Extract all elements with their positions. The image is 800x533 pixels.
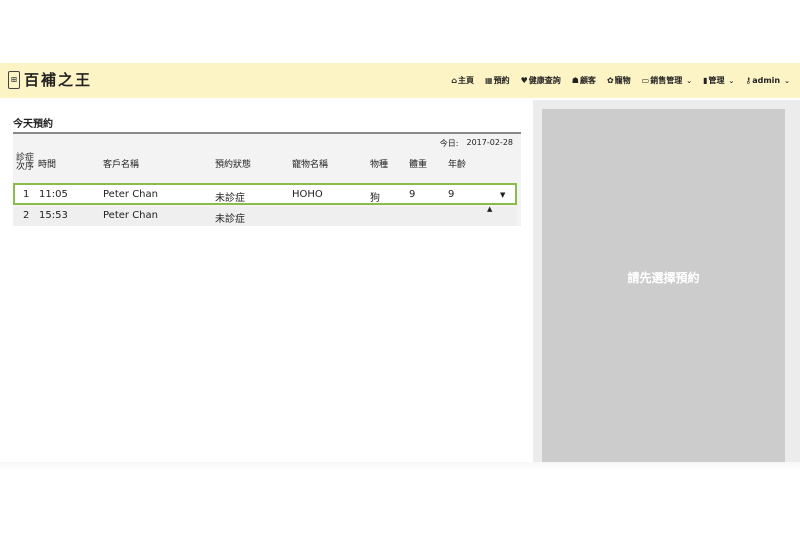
cell-customer: Peter Chan [103,189,158,200]
home-icon: ⌂ [451,75,458,85]
nav-item-label: 主頁 [458,76,475,85]
nav-item-label: admin [752,76,781,85]
detail-panel: 請先選擇預約 [533,100,800,470]
nav-item-label: 預約 [493,76,510,85]
nav-item-user[interactable]: ⚷ admin ⌄ [745,76,790,85]
today-appointments-section: 今天預約 今日: 2017-02-28 診症 次序 時間 客戶名稱 預約狀態 寵… [13,115,521,226]
detail-placeholder-box: 請先選擇預約 [542,109,785,470]
top-blank-area [0,0,800,63]
nav-item-customers[interactable]: ☗ 顧客 [572,75,596,86]
brand-name: 百補之王 [24,71,93,89]
nav-item-label: 健康查詢 [528,76,561,85]
footer-divider [0,462,800,470]
date-label: 今日: [439,139,459,148]
file-icon: ▮ [703,75,708,85]
heart-icon: ♥ [520,75,528,85]
caret-down-icon[interactable]: ▼ [500,191,505,199]
table-header: 診症 次序 時間 客戶名稱 預約狀態 寵物名稱 物種 體重 年齡 [13,154,521,178]
paw-icon: ✿ [606,75,614,85]
chevron-down-icon: ⌄ [686,76,693,85]
col-header-customer: 客戶名稱 [103,160,140,170]
brand-seal-icon: ⊞ [8,70,20,89]
cell-time: 11:05 [39,189,68,200]
nav-item-label: 銷售管理 [650,76,683,85]
nav-menu: ⌂ 主頁 ▦ 預約 ♥ 健康查詢 ☗ 顧客 ✿ 寵物 ▭ 銷售管理 ⌄ ▮ 管理… [451,63,790,98]
col-header-species: 物種 [370,160,389,170]
col-header-order-line2: 次序 [16,162,35,172]
cell-age: 9 [448,189,455,200]
nav-item-home[interactable]: ⌂ 主頁 [451,75,474,86]
section-title: 今天預約 [13,119,53,130]
col-header-status: 預約狀態 [215,160,252,170]
cell-status: 未診症 [215,193,245,204]
today-date: 今日: 2017-02-28 [440,138,513,149]
col-header-order: 診症 次序 [16,154,36,172]
cell-order: 1 [23,189,30,200]
cell-species: 狗 [370,193,380,204]
nav-item-label: 寵物 [614,76,631,85]
cell-weight: 9 [409,189,416,200]
detail-placeholder-text: 請先選擇預約 [627,271,700,285]
nav-item-sales[interactable]: ▭ 銷售管理 ⌄ [642,75,692,86]
nav-item-admin-menu[interactable]: ▮ 管理 ⌄ [703,75,734,86]
table-row[interactable]: 2 15:53 Peter Chan 未診症 ▲ [13,205,517,226]
key-icon: ⚷ [745,75,752,85]
users-icon: ☗ [571,75,579,85]
cell-customer: Peter Chan [103,210,158,221]
date-value: 2017-02-28 [466,138,514,147]
col-header-age: 年齡 [448,160,467,170]
col-header-pet: 寵物名稱 [292,160,329,170]
chevron-down-icon: ⌄ [728,76,735,85]
cell-order: 2 [23,210,30,221]
credit-card-icon: ▭ [641,75,650,85]
navbar: ⊞ 百補之王 ⌂ 主頁 ▦ 預約 ♥ 健康查詢 ☗ 顧客 ✿ 寵物 ▭ 銷售管理… [0,63,800,98]
table-row[interactable]: 1 11:05 Peter Chan 未診症 HOHO 狗 9 9 ▼ [13,183,517,205]
col-header-time: 時間 [38,160,57,170]
cell-time: 15:53 [39,210,68,221]
nav-item-label: 管理 [708,76,725,85]
cell-pet: HOHO [292,189,323,200]
cell-status: 未診症 [215,214,245,225]
col-header-weight: 體重 [409,160,428,170]
nav-item-health[interactable]: ♥ 健康查詢 [521,75,561,86]
appointments-table: 今日: 2017-02-28 診症 次序 時間 客戶名稱 預約狀態 寵物名稱 物… [13,134,521,226]
nav-item-booking[interactable]: ▦ 預約 [485,75,510,86]
calendar-icon: ▦ [485,75,493,85]
chevron-down-icon: ⌄ [784,76,790,85]
nav-item-label: 顧客 [579,76,596,85]
caret-up-icon[interactable]: ▲ [487,205,492,213]
nav-item-pets[interactable]: ✿ 寵物 [607,75,631,86]
brand-logo[interactable]: ⊞ 百補之王 [8,69,92,90]
